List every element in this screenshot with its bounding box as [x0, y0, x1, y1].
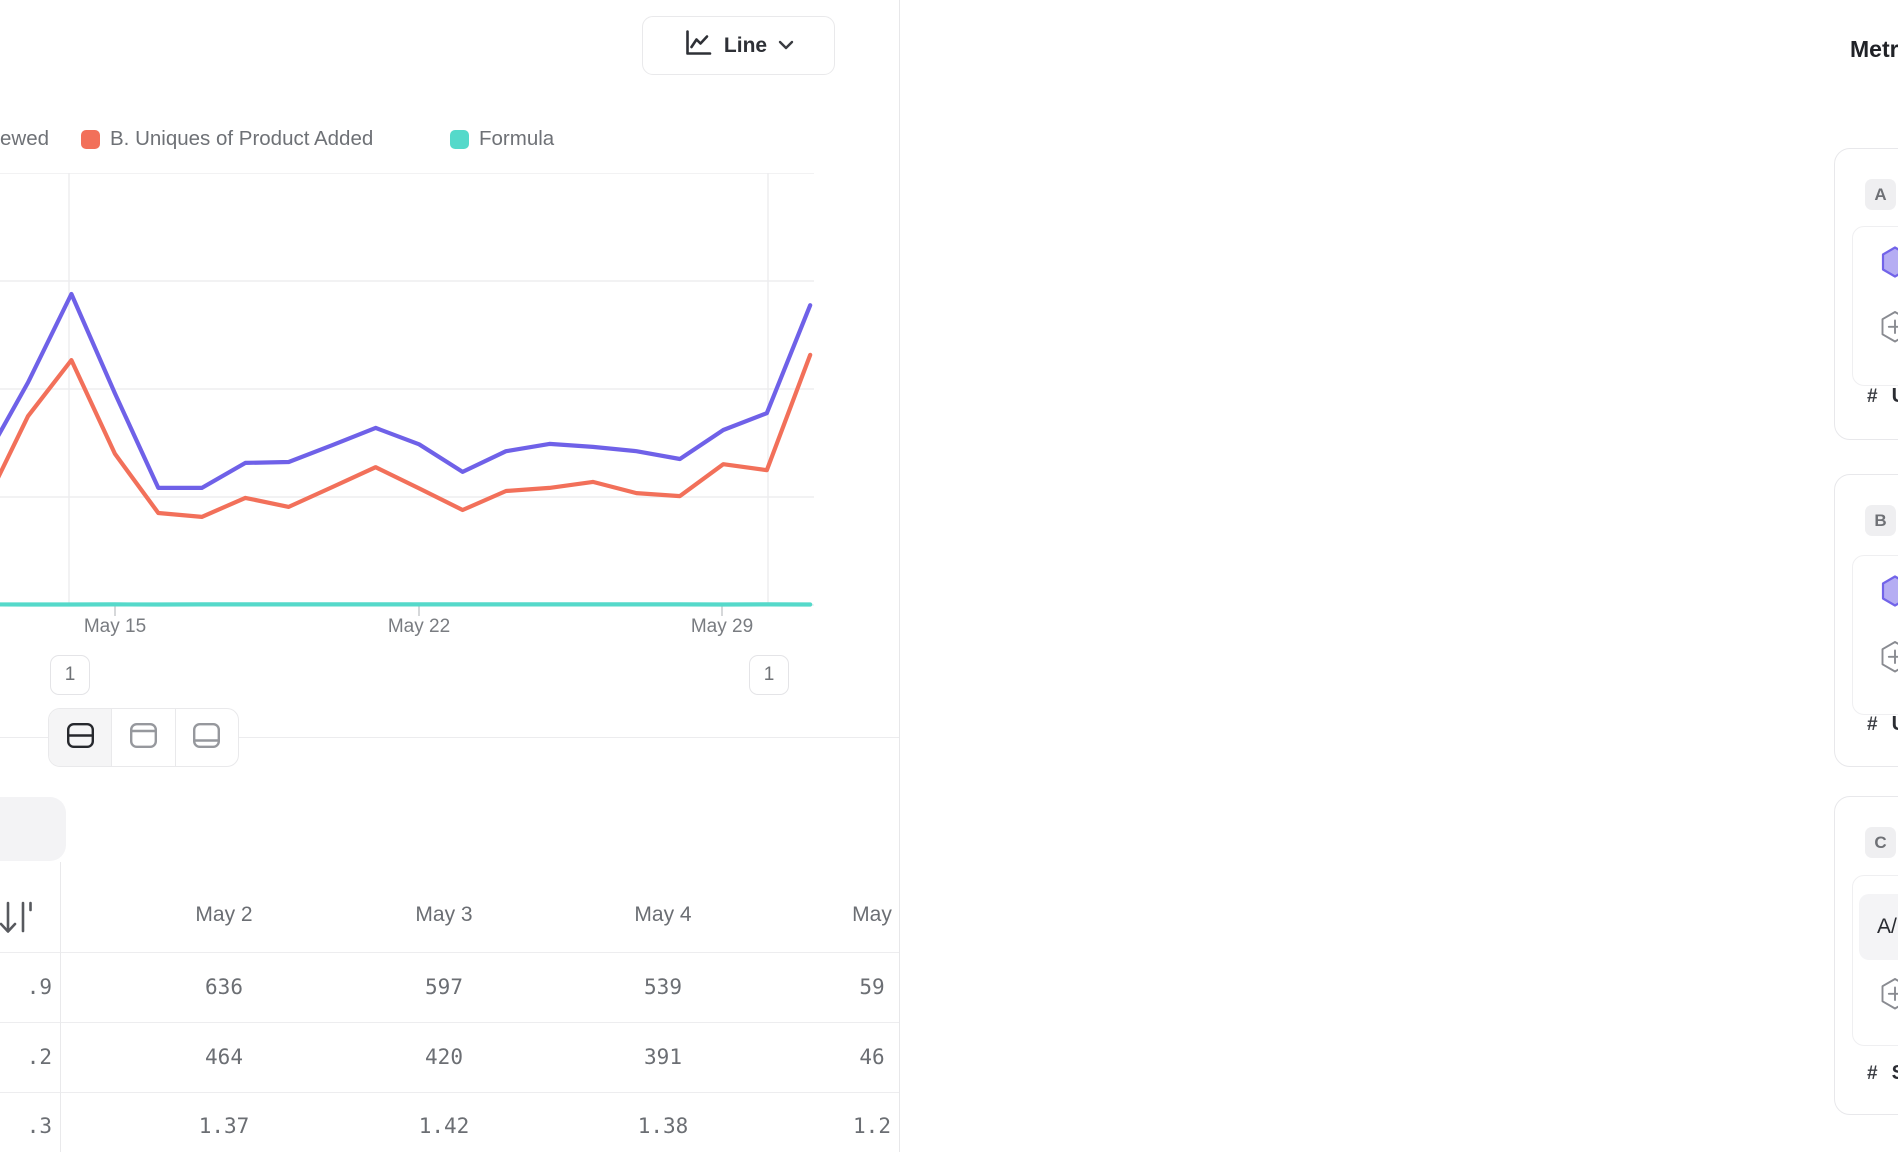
chevron-down-icon [778, 37, 794, 55]
event-item[interactable]: Product Added [1881, 575, 1898, 612]
panel-title: Metrics [1850, 36, 1898, 63]
table-cell: 1.2 [812, 1114, 899, 1138]
hash-icon: # [1867, 714, 1878, 736]
metric-card-b: B Uniques of Product Added Product Added [1834, 474, 1898, 767]
column-header[interactable]: May 4 [563, 903, 763, 927]
annotation-badge[interactable]: 1 [749, 655, 789, 695]
panel-bottom-icon [192, 722, 221, 754]
formula-value: A/B [1877, 915, 1898, 939]
sort-descending-icon[interactable] [0, 896, 34, 945]
hash-icon: # [1867, 1063, 1878, 1085]
legend-swatch-orange [81, 130, 100, 149]
layout-option-bottom[interactable] [175, 709, 238, 766]
event-box: Product Viewed Add Event [1852, 226, 1898, 386]
table-cell: 464 [124, 1045, 324, 1069]
table-cell: 391 [563, 1045, 763, 1069]
column-header[interactable]: May 3 [344, 903, 544, 927]
metric-card-a: A Uniques of Product Viewed Product View… [1834, 148, 1898, 440]
line-chart [0, 173, 899, 620]
table-cell: 1.38 [563, 1114, 763, 1138]
measure-type[interactable]: # Standard [1867, 1062, 1898, 1085]
table-cell: 59 [812, 975, 899, 999]
table-cell: 539 [563, 975, 763, 999]
metric-badge: B [1865, 505, 1896, 536]
table-cell: 1.42 [344, 1114, 544, 1138]
add-event-button[interactable]: Add Event [1880, 640, 1898, 678]
event-hexagon-icon [1881, 246, 1898, 283]
legend-item-b[interactable]: B. Uniques of Product Added [81, 126, 373, 152]
column-header[interactable]: May 2 [124, 903, 324, 927]
table-cell: 597 [344, 975, 544, 999]
row-header-fragment: .2 [0, 1045, 52, 1069]
table-divider [0, 1092, 899, 1093]
table-cell: 1.37 [124, 1114, 324, 1138]
chart-section: Line ewed B. Uniques of Product Added Fo… [0, 0, 899, 1152]
column-header[interactable]: May [772, 903, 899, 927]
metric-card-c: C Formula A/B Add Metric # Standard [1834, 796, 1898, 1115]
table-cell: 420 [344, 1045, 544, 1069]
measure-label: Standard [1892, 1062, 1898, 1085]
chart-type-dropdown[interactable]: Line [642, 16, 835, 75]
x-tick-label: May 22 [359, 616, 479, 638]
hexagon-plus-icon [1880, 310, 1898, 348]
hexagon-plus-icon [1880, 977, 1898, 1015]
formula-input[interactable]: A/B [1859, 894, 1898, 960]
hexagon-plus-icon [1880, 640, 1898, 678]
legend-label: Formula [479, 127, 554, 151]
legend-label: B. Uniques of Product Added [110, 127, 373, 151]
add-metric-button[interactable]: Add Metric [1880, 977, 1898, 1015]
annotation-badge[interactable]: 1 [50, 655, 90, 695]
legend-swatch-teal [450, 130, 469, 149]
table-cell: 636 [124, 975, 324, 999]
add-event-button[interactable]: Add Event [1880, 310, 1898, 348]
hash-icon: # [1867, 386, 1878, 408]
x-tick-label: May 29 [662, 616, 782, 638]
line-chart-icon [683, 28, 713, 63]
layout-option-split[interactable] [49, 709, 111, 766]
legend-label: ewed [0, 127, 49, 151]
row-header-fragment: .3 [0, 1114, 52, 1138]
metrics-panel: Metrics A Uniques of Product Viewed Prod… [899, 0, 1898, 1152]
chart-type-label: Line [724, 34, 767, 58]
x-tick-label: May 15 [55, 616, 175, 638]
event-hexagon-icon [1881, 575, 1898, 612]
table-corner-chip [0, 797, 66, 861]
measure-label: Unique Users [1892, 713, 1898, 736]
metric-badge: C [1865, 827, 1896, 858]
measure-dropdown[interactable]: # Unique Users [1867, 713, 1898, 736]
panel-top-icon [129, 722, 158, 754]
table-cell: 46 [812, 1045, 899, 1069]
legend-item-c[interactable]: Formula [450, 126, 554, 152]
layout-toggle-group [48, 708, 239, 767]
table-divider [60, 862, 61, 1152]
layout-option-top[interactable] [111, 709, 174, 766]
metric-badge: A [1865, 179, 1896, 210]
formula-box: A/B Add Metric [1852, 875, 1898, 1046]
measure-label: Unique Users [1892, 385, 1898, 408]
legend-item-a-cut[interactable]: ewed [0, 126, 49, 152]
table-divider [0, 952, 899, 953]
event-box: Product Added Add Event [1852, 555, 1898, 715]
event-item[interactable]: Product Viewed [1881, 246, 1898, 283]
table-divider [0, 1022, 899, 1023]
measure-dropdown[interactable]: # Unique Users [1867, 385, 1898, 408]
row-header-fragment: .9 [0, 975, 52, 999]
split-horizontal-icon [66, 722, 95, 754]
